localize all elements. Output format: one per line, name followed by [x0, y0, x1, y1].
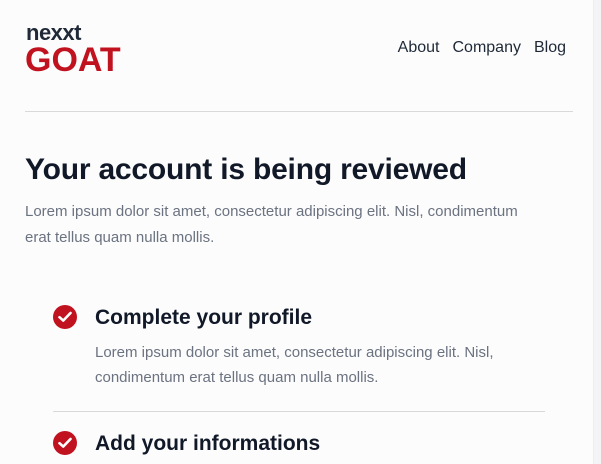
step-description: Lorem ipsum dolor sit amet, consectetur …: [95, 344, 494, 386]
header-divider: [25, 111, 573, 112]
page-intro: Lorem ipsum dolor sit amet, consectetur …: [25, 203, 518, 246]
step-complete-profile: Complete your profile Lorem ipsum dolor …: [53, 300, 545, 411]
nav-link-about[interactable]: About: [398, 38, 440, 58]
step-title: Complete your profile: [95, 306, 313, 329]
logo-wordmark-bottom: GOAT: [25, 41, 121, 79]
step-add-informations: Add your informations: [53, 426, 545, 462]
logo[interactable]: nexxt GOAT: [25, 20, 135, 78]
check-circle-icon: [53, 305, 77, 329]
main-nav: About Company Blog: [398, 38, 566, 58]
step-divider: [53, 411, 545, 412]
page-title: Your account is being reviewed: [25, 153, 467, 186]
header: nexxt GOAT About Company Blog: [0, 0, 594, 112]
step-title: Add your informations: [95, 432, 321, 455]
page: nexxt GOAT About Company Blog Your accou…: [0, 0, 594, 464]
steps-list: Complete your profile Lorem ipsum dolor …: [53, 300, 545, 462]
nav-link-blog[interactable]: Blog: [534, 38, 566, 58]
check-circle-icon: [53, 431, 77, 455]
scrollbar-track[interactable]: [593, 0, 601, 464]
nav-link-company[interactable]: Company: [452, 38, 520, 58]
